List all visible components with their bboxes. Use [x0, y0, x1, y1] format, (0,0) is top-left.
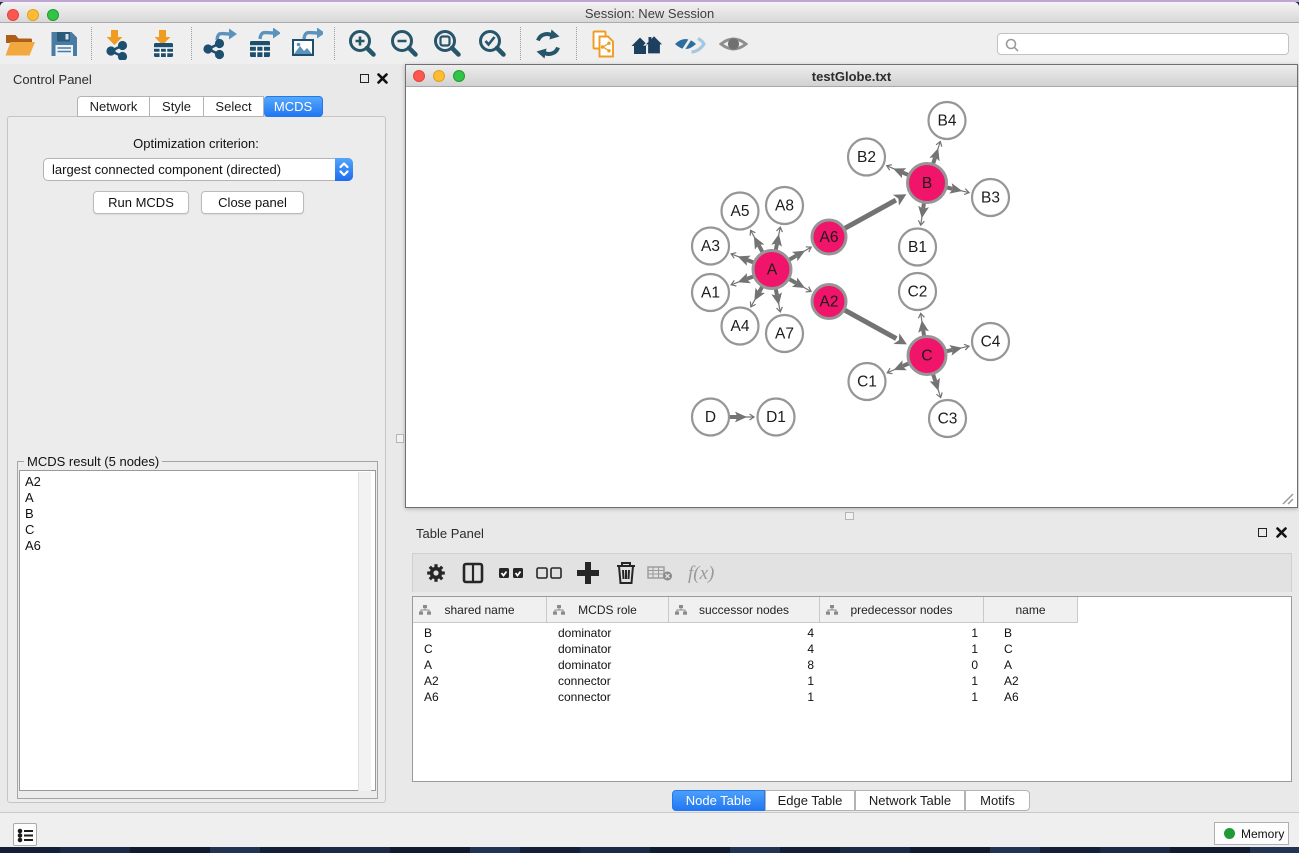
svg-text:C3: C3 — [938, 411, 958, 428]
svg-text:A2: A2 — [820, 294, 839, 311]
svg-text:A6: A6 — [820, 229, 839, 246]
svg-text:A1: A1 — [701, 285, 720, 302]
svg-text:C4: C4 — [981, 334, 1001, 351]
svg-text:C1: C1 — [857, 374, 877, 391]
svg-text:B3: B3 — [981, 190, 1000, 207]
svg-text:A8: A8 — [775, 198, 794, 215]
svg-text:f(x): f(x) — [688, 563, 714, 584]
svg-text:C2: C2 — [908, 284, 928, 301]
svg-text:A3: A3 — [701, 238, 720, 255]
svg-text:D: D — [705, 409, 716, 426]
svg-text:A7: A7 — [775, 326, 794, 343]
svg-text:B1: B1 — [908, 239, 927, 256]
svg-text:C: C — [921, 348, 932, 365]
svg-text:B4: B4 — [938, 113, 957, 130]
svg-text:B: B — [922, 175, 932, 192]
svg-text:A: A — [767, 262, 778, 279]
svg-text:A5: A5 — [731, 203, 750, 220]
svg-text:A4: A4 — [731, 318, 750, 335]
svg-text:D1: D1 — [766, 409, 786, 426]
svg-text:B2: B2 — [857, 149, 876, 166]
